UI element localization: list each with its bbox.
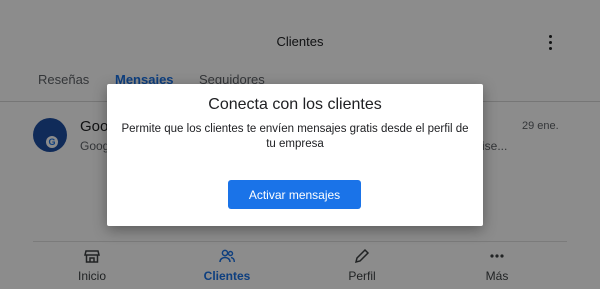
activate-messages-button[interactable]: Activar mensajes xyxy=(228,180,361,209)
connect-customers-dialog: Conecta con los clientes Permite que los… xyxy=(107,84,483,226)
dialog-body: Permite que los clientes te envíen mensa… xyxy=(121,123,469,150)
dialog-title: Conecta con los clientes xyxy=(208,96,382,113)
